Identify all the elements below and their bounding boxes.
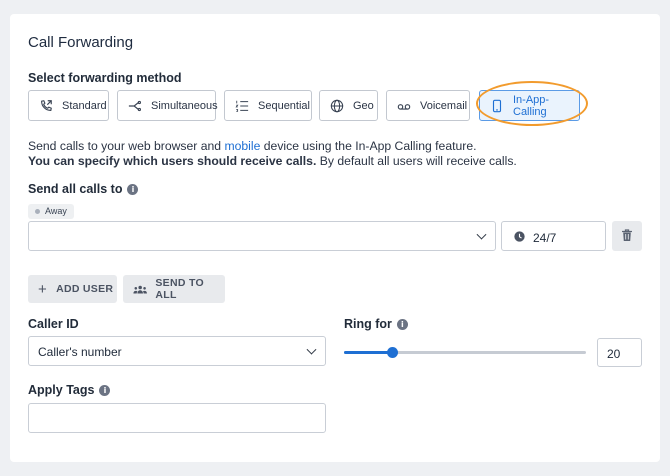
method-standard-label: Standard [62, 99, 107, 112]
description-text-cont: device using the In-App Calling feature. [260, 139, 477, 153]
send-to-all-label: SEND TO ALL [155, 277, 204, 301]
ring-seconds-field[interactable]: 20 [597, 338, 642, 367]
send-all-calls-text: Send all calls to [28, 182, 123, 196]
ring-slider[interactable] [344, 338, 586, 368]
method-standard-button[interactable]: Standard [28, 90, 109, 121]
description-text: Send calls to your web browser and [28, 139, 225, 153]
method-geo-label: Geo [353, 99, 374, 112]
caller-id-value: Caller's number [38, 345, 122, 359]
schedule-value: 24/7 [533, 231, 557, 245]
method-voicemail-button[interactable]: Voicemail [386, 90, 470, 121]
info-icon[interactable]: i [396, 319, 408, 330]
method-sequential-button[interactable]: Sequential [224, 90, 312, 121]
chevron-down-icon [476, 229, 487, 240]
apply-tags-text: Apply Tags [28, 383, 95, 397]
ring-for-text: Ring for [344, 317, 392, 331]
mobile-link[interactable]: mobile [224, 139, 260, 153]
add-user-button[interactable]: + ADD USER [28, 275, 117, 303]
send-to-all-button[interactable]: SEND TO ALL [123, 275, 225, 303]
branch-icon [128, 100, 141, 111]
method-simultaneous-button[interactable]: Simultaneous [117, 90, 218, 121]
ordered-list-icon [235, 100, 249, 112]
phone-forward-icon [41, 99, 52, 111]
method-sequential-label: Sequential [258, 99, 310, 112]
info-icon[interactable]: i [99, 385, 111, 396]
schedule-field[interactable]: 24/7 [501, 221, 606, 251]
in-app-description: Send calls to your web browser and mobil… [28, 139, 517, 169]
method-simultaneous-label: Simultaneous [151, 99, 218, 112]
page-title: Call Forwarding [28, 34, 134, 51]
slider-handle[interactable] [386, 347, 398, 358]
trash-icon [622, 229, 632, 241]
delete-button[interactable] [612, 221, 642, 251]
forwarding-method-label: Select forwarding method [28, 71, 182, 85]
description-bold: You can specify which users should recei… [28, 154, 317, 168]
clock-icon [514, 231, 525, 242]
group-icon [133, 285, 147, 293]
ring-for-label: Ring for i [344, 317, 408, 331]
ring-seconds-value: 20 [607, 347, 621, 361]
user-select[interactable] [28, 221, 496, 251]
method-voicemail-label: Voicemail [420, 99, 468, 112]
globe-icon [330, 99, 344, 112]
slider-fill [344, 351, 392, 354]
caller-id-label: Caller ID [28, 317, 79, 331]
description-default: By default all users will receive calls. [316, 154, 517, 168]
send-all-calls-label: Send all calls to i [28, 182, 139, 196]
plus-icon: + [38, 280, 48, 298]
apply-tags-label: Apply Tags i [28, 383, 111, 397]
tags-input[interactable] [28, 403, 326, 433]
add-user-label: ADD USER [56, 283, 114, 295]
chevron-down-icon [306, 344, 317, 355]
voicemail-icon [397, 103, 411, 110]
info-icon[interactable]: i [127, 184, 139, 195]
method-geo-button[interactable]: Geo [319, 90, 378, 121]
selection-highlight-ring [476, 81, 588, 126]
caller-id-select[interactable]: Caller's number [28, 336, 326, 366]
call-forwarding-card: Call Forwarding Select forwarding method… [10, 14, 660, 462]
status-badge: Away [28, 204, 74, 219]
